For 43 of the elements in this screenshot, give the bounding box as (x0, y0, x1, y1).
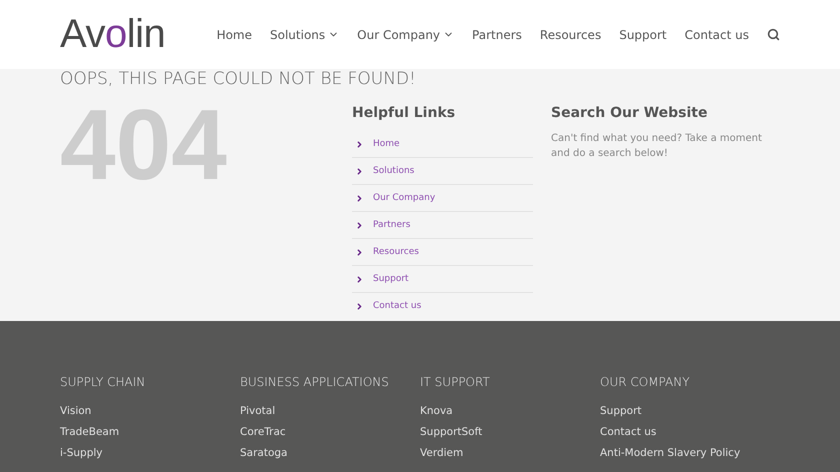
chevron-right-icon (355, 140, 364, 148)
footer-link[interactable]: Pivotal (240, 405, 420, 417)
helpful-link[interactable]: Support (373, 274, 409, 284)
footer-link[interactable]: CoreTrac (240, 426, 420, 438)
footer-link[interactable]: i-Supply (60, 447, 240, 459)
helpful-link[interactable]: Solutions (373, 166, 414, 176)
chevron-right-icon (355, 302, 364, 310)
nav-link[interactable]: Solutions (270, 28, 340, 42)
nav-link[interactable]: Our Company (357, 28, 454, 42)
footer-link[interactable]: TradeBeam (60, 426, 240, 438)
chevron-right-icon (355, 166, 364, 176)
chevron-right-icon (355, 248, 364, 256)
nav-link[interactable]: Contact us (684, 28, 749, 42)
footer-heading: BUSINESS APPLICATIONS (240, 375, 390, 389)
helpful-link[interactable]: Partners (373, 220, 410, 230)
chevron-right-icon (355, 194, 364, 202)
footer-heading: IT SUPPORT (420, 375, 491, 389)
nav-link[interactable]: Resources (540, 28, 602, 42)
chevron-right-icon (355, 274, 364, 284)
chevron-right-icon (355, 220, 364, 230)
footer-link[interactable]: Contact us (600, 426, 780, 438)
helpful-link[interactable]: Home (373, 139, 400, 149)
logo[interactable]: Avolin (60, 12, 166, 57)
section-heading: Helpful Links (352, 105, 456, 121)
search-description: Can't find what you need? Take a moment and do a search below! (551, 132, 763, 161)
search-icon[interactable] (767, 28, 780, 41)
nav-link[interactable]: Partners (472, 28, 522, 42)
footer-heading: SUPPLY CHAIN (60, 375, 146, 389)
footer-heading: OUR COMPANY (600, 375, 691, 389)
footer-link[interactable]: Vision (60, 405, 240, 417)
footer-link[interactable]: Saratoga (240, 447, 420, 459)
footer-link[interactable]: Knova (420, 405, 600, 417)
footer-link[interactable]: Verdiem (420, 447, 600, 459)
nav-link[interactable]: Support (619, 28, 667, 42)
footer-link[interactable]: Anti-Modern Slavery Policy (600, 447, 780, 459)
helpful-link[interactable]: Resources (373, 247, 419, 257)
helpful-link[interactable]: Contact us (373, 301, 422, 311)
footer-link[interactable]: Support (600, 405, 780, 417)
helpful-link[interactable]: Our Company (373, 193, 436, 203)
footer-link[interactable]: SupportSoft (420, 426, 600, 438)
section-heading: Search Our Website (551, 105, 708, 121)
nav-link[interactable]: Home (216, 28, 252, 42)
error-title: OOPS, THIS PAGE COULD NOT BE FOUND! (60, 69, 417, 91)
